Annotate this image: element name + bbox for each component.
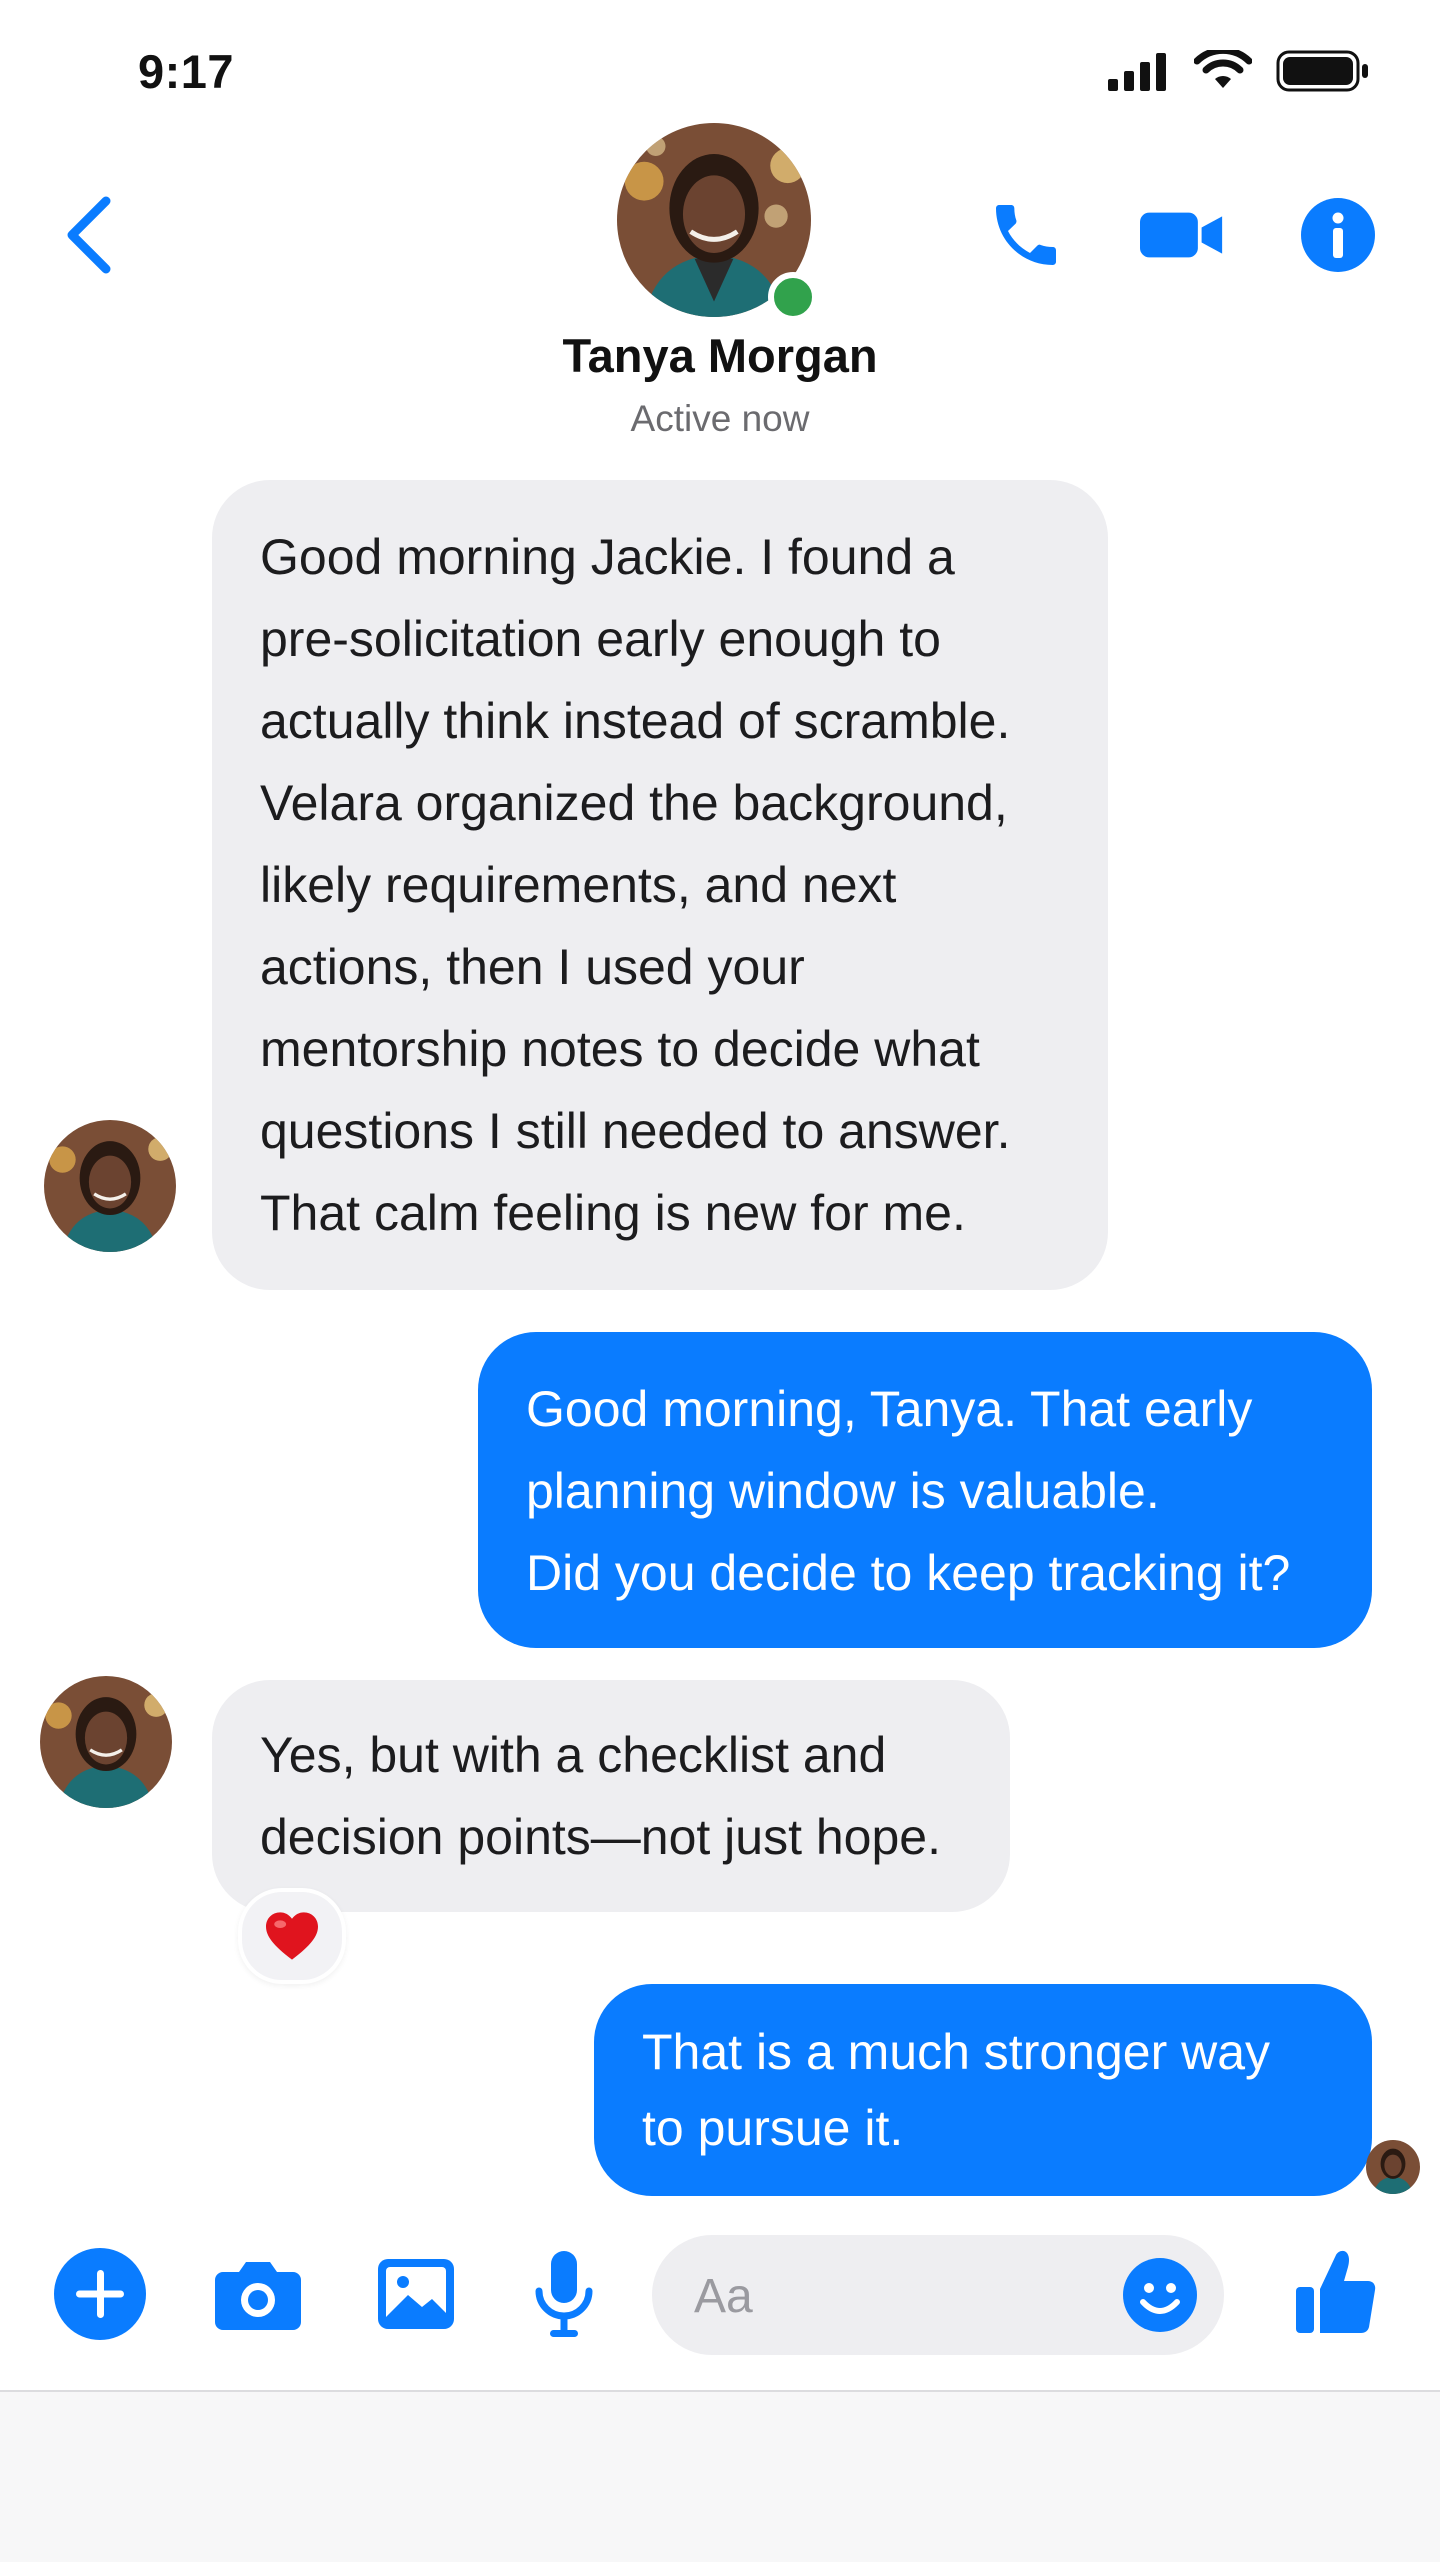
cellular-signal-icon xyxy=(1108,53,1166,91)
message-line: Yes, but with a checklist and xyxy=(260,1727,887,1783)
message-line: to pursue it. xyxy=(642,2100,904,2156)
video-call-button[interactable] xyxy=(1140,193,1224,277)
message-line: That is a much stronger way xyxy=(642,2024,1271,2080)
message-bubble-incoming[interactable]: Yes, but with a checklist and decision p… xyxy=(212,1680,1010,1912)
status-time: 9:17 xyxy=(138,45,235,98)
back-button[interactable] xyxy=(58,190,118,280)
home-indicator-area xyxy=(0,2390,1440,2562)
message-line: pre-solicitation early enough to xyxy=(260,611,941,667)
microphone-icon xyxy=(535,2251,593,2337)
message-line: likely requirements, and next xyxy=(260,857,897,913)
avatar-photo xyxy=(1366,2140,1420,2194)
camera-icon xyxy=(215,2262,301,2330)
video-camera-icon xyxy=(1140,212,1223,258)
message-line: decision points—not just hope. xyxy=(260,1809,941,1865)
message-line: questions I still needed to answer. xyxy=(260,1103,1011,1159)
message-line: planning window is valuable. xyxy=(526,1463,1160,1519)
wifi-icon xyxy=(1194,50,1252,88)
battery-icon xyxy=(1276,50,1368,92)
voice-call-button[interactable] xyxy=(984,193,1068,277)
message-bubble-incoming[interactable]: Good morning Jackie. I found a pre-solic… xyxy=(212,480,1108,1290)
thumbs-up-icon xyxy=(1296,2250,1376,2333)
info-icon xyxy=(1301,198,1375,272)
like-button[interactable] xyxy=(1288,2242,1384,2342)
info-button[interactable] xyxy=(1296,193,1380,277)
message-line: actually think instead of scramble. xyxy=(260,693,1011,749)
message-line: Good morning, Tanya. That early xyxy=(526,1381,1253,1437)
status-icons xyxy=(1108,50,1370,92)
sender-avatar[interactable] xyxy=(44,1120,176,1252)
message-input[interactable] xyxy=(692,2235,1096,2357)
message-line: Velara organized the background, xyxy=(260,775,1008,831)
heart-icon xyxy=(266,1912,318,1960)
seen-indicator-avatar xyxy=(1366,2140,1420,2194)
phone-icon xyxy=(996,205,1056,265)
gallery-icon xyxy=(378,2259,454,2329)
contact-name[interactable]: Tanya Morgan xyxy=(0,328,1440,383)
voice-message-button[interactable] xyxy=(516,2246,612,2342)
message-line: Good morning Jackie. I found a xyxy=(260,529,955,585)
message-line: Did you decide to keep tracking it? xyxy=(526,1545,1291,1601)
message-line: mentorship notes to decide what xyxy=(260,1021,980,1077)
contact-status: Active now xyxy=(630,398,810,439)
message-input-field[interactable] xyxy=(652,2235,1224,2357)
message-line: That calm feeling is new for me. xyxy=(260,1185,966,1241)
avatar-photo xyxy=(44,1120,176,1252)
heart-reaction[interactable] xyxy=(238,1888,346,1984)
message-bubble-outgoing[interactable]: That is a much stronger way to pursue it… xyxy=(594,1984,1372,2196)
avatar-photo xyxy=(40,1676,172,1808)
camera-button[interactable] xyxy=(210,2246,306,2342)
header-actions xyxy=(984,193,1380,277)
sender-avatar[interactable] xyxy=(40,1676,172,1808)
back-chevron-icon xyxy=(67,196,111,274)
emoji-icon xyxy=(1123,2258,1197,2332)
gallery-button[interactable] xyxy=(368,2246,464,2342)
emoji-button[interactable] xyxy=(1114,2249,1206,2341)
online-indicator xyxy=(768,272,818,322)
add-button[interactable] xyxy=(52,2246,148,2342)
plus-icon xyxy=(54,2248,146,2340)
message-line: actions, then I used your xyxy=(260,939,805,995)
message-bubble-outgoing[interactable]: Good morning, Tanya. That early planning… xyxy=(478,1332,1372,1648)
